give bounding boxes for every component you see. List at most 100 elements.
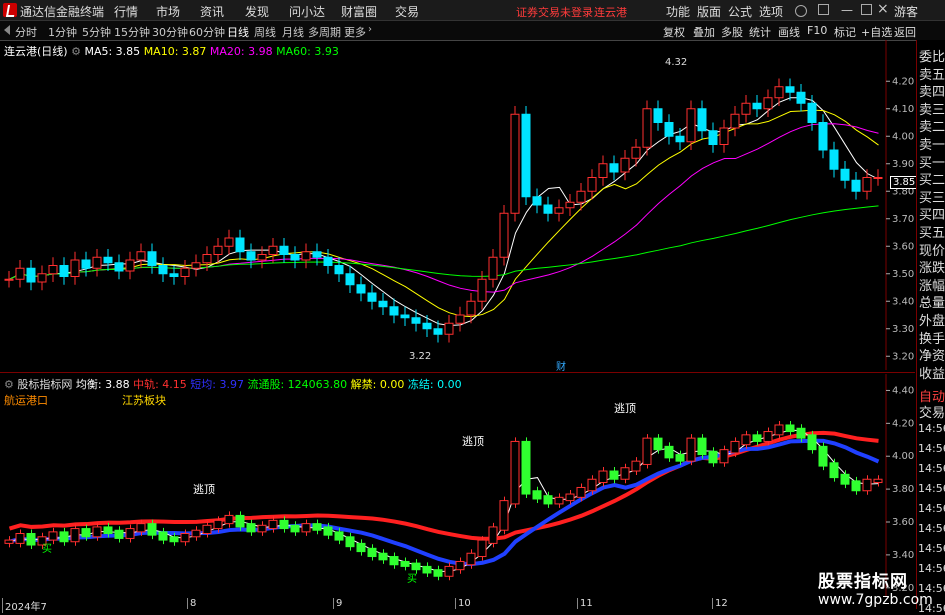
draw-line-button[interactable]: 画线: [778, 24, 800, 40]
candle-body[interactable]: [829, 149, 839, 170]
candle-body[interactable]: [268, 245, 278, 255]
candle-body[interactable]: [521, 113, 531, 198]
mail-icon[interactable]: [818, 4, 829, 15]
candle-body[interactable]: [818, 122, 828, 151]
candle-body[interactable]: [279, 245, 289, 255]
candle-body[interactable]: [488, 256, 498, 280]
candle-body[interactable]: [774, 86, 784, 99]
candle-body[interactable]: [125, 259, 135, 272]
menu-item-assistant[interactable]: 问小达: [289, 3, 325, 20]
add-favorite-button[interactable]: +自选: [861, 24, 892, 40]
tab-60min[interactable]: 60分钟: [189, 24, 225, 40]
menu-item-trade[interactable]: 交易: [395, 3, 419, 20]
candle-body[interactable]: [15, 267, 25, 280]
candle-body[interactable]: [477, 278, 487, 302]
back-button[interactable]: 返回: [894, 24, 916, 40]
candle-body[interactable]: [356, 284, 366, 294]
tab-monthly[interactable]: 月线: [282, 24, 304, 40]
candle-body[interactable]: [202, 254, 212, 264]
user-icon[interactable]: [795, 5, 807, 17]
candle-body[interactable]: [4, 278, 14, 281]
overlay-button[interactable]: 叠加: [693, 24, 715, 40]
menu-item-wealth[interactable]: 财富圈: [341, 3, 377, 20]
menu-item-market[interactable]: 行情: [114, 3, 138, 20]
candle-body[interactable]: [246, 251, 256, 261]
candle-body[interactable]: [92, 256, 102, 269]
pane-divider[interactable]: [0, 372, 915, 373]
tab-intraday[interactable]: 分时: [15, 24, 37, 40]
candle-body[interactable]: [741, 102, 751, 115]
candle-body[interactable]: [345, 273, 355, 286]
menu-formula[interactable]: 公式: [728, 3, 752, 20]
adjust-button[interactable]: 复权: [663, 24, 685, 40]
candle-body[interactable]: [499, 212, 509, 258]
minimize-icon[interactable]: —: [841, 3, 853, 17]
candle-body[interactable]: [301, 251, 311, 261]
candle-body[interactable]: [323, 256, 333, 266]
candle-body[interactable]: [158, 265, 168, 275]
candle-body[interactable]: [565, 201, 575, 209]
candle-body[interactable]: [664, 122, 674, 137]
candle-body[interactable]: [389, 306, 399, 316]
candle-body[interactable]: [136, 251, 146, 261]
candle-body[interactable]: [807, 102, 817, 123]
candlestick-chart[interactable]: 4.204.104.003.903.803.703.603.503.403.30…: [0, 40, 915, 370]
candle-body[interactable]: [719, 127, 729, 145]
candle-body[interactable]: [81, 259, 91, 269]
candle-body[interactable]: [103, 256, 113, 264]
login-warning[interactable]: 证券交易未登录: [516, 4, 593, 20]
candle-body[interactable]: [147, 251, 157, 266]
candle-body[interactable]: [598, 163, 608, 178]
candle-body[interactable]: [675, 135, 685, 143]
candle-body[interactable]: [59, 265, 69, 277]
candle-body[interactable]: [37, 273, 47, 283]
close-icon[interactable]: ×: [877, 1, 889, 17]
candle-body[interactable]: [697, 108, 707, 132]
tab-1min[interactable]: 1分钟: [48, 24, 77, 40]
candle-body[interactable]: [862, 177, 872, 192]
candle-body[interactable]: [400, 314, 410, 319]
candle-body[interactable]: [334, 265, 344, 275]
candle-body[interactable]: [411, 317, 421, 324]
menu-item-news[interactable]: 资讯: [200, 3, 224, 20]
mark-button[interactable]: 标记: [834, 24, 856, 40]
multi-stock-button[interactable]: 多股: [721, 24, 743, 40]
candle-body[interactable]: [642, 108, 652, 148]
candle-body[interactable]: [587, 177, 597, 192]
menu-function[interactable]: 功能: [666, 3, 690, 20]
guest-login[interactable]: 游客: [894, 3, 918, 20]
candle-body[interactable]: [609, 163, 619, 173]
tab-more[interactable]: 更多: [344, 24, 366, 40]
candle-body[interactable]: [455, 314, 465, 324]
candle-body[interactable]: [433, 328, 443, 335]
candle-body[interactable]: [235, 237, 245, 253]
candle-body[interactable]: [620, 157, 630, 173]
candle-body[interactable]: [686, 108, 696, 143]
candle-body[interactable]: [312, 251, 322, 258]
candle-body[interactable]: [873, 177, 883, 179]
candle-body[interactable]: [851, 179, 861, 192]
candle-body[interactable]: [444, 322, 454, 335]
candle-body[interactable]: [191, 262, 201, 269]
maximize-icon[interactable]: [861, 4, 872, 15]
candle-body[interactable]: [466, 300, 476, 316]
stats-button[interactable]: 统计: [749, 24, 771, 40]
candle-body[interactable]: [114, 262, 124, 272]
candle-body[interactable]: [70, 259, 80, 277]
candle-body[interactable]: [554, 207, 564, 214]
candle-body[interactable]: [510, 113, 520, 214]
candle-body[interactable]: [213, 245, 223, 255]
prev-arrow-icon[interactable]: [4, 25, 10, 35]
candle-body[interactable]: [26, 267, 36, 283]
candle-body[interactable]: [367, 292, 377, 302]
candle-body[interactable]: [543, 204, 553, 214]
candle-body[interactable]: [180, 267, 190, 277]
gear-icon[interactable]: ⚙: [4, 378, 14, 391]
tab-30min[interactable]: 30分钟: [152, 24, 188, 40]
candle-body[interactable]: [796, 91, 806, 104]
candle-body[interactable]: [708, 130, 718, 145]
sector-shipping[interactable]: 航运港口: [4, 392, 48, 408]
gear-icon[interactable]: ⚙: [71, 45, 81, 58]
candle-body[interactable]: [752, 102, 762, 110]
candle-body[interactable]: [532, 196, 542, 206]
